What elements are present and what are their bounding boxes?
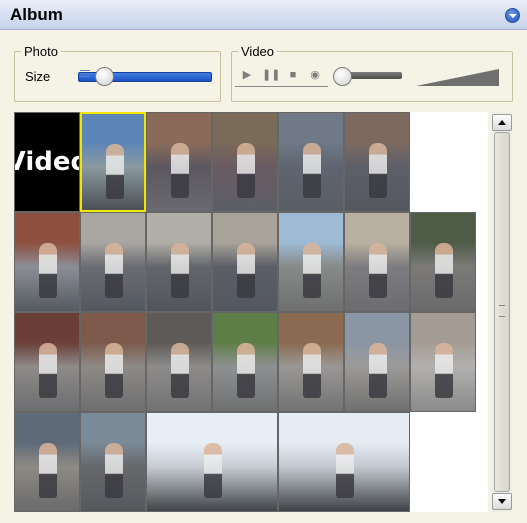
runner-figure (237, 243, 255, 298)
runner-figure (171, 243, 189, 298)
photo-thumbnail[interactable] (80, 412, 146, 512)
stop-icon[interactable]: ■ (286, 68, 300, 82)
photo-thumbnail[interactable] (344, 212, 410, 312)
video-controls-divider (235, 86, 328, 87)
runner-figure (237, 143, 255, 198)
slider-grip-icon (80, 70, 90, 81)
scroll-up-button[interactable] (492, 114, 512, 131)
runner-figure (39, 443, 57, 498)
photo-thumbnail[interactable] (278, 212, 344, 312)
size-label: Size (25, 69, 51, 84)
photo-thumbnail[interactable] (212, 212, 278, 312)
runner-figure (237, 343, 255, 398)
photo-thumbnail[interactable] (14, 212, 80, 312)
photo-thumbnail[interactable] (278, 112, 344, 212)
photo-thumbnail[interactable] (146, 212, 212, 312)
pause-icon[interactable]: ❚❚ (262, 68, 280, 82)
photo-thumbnail[interactable] (80, 112, 146, 212)
runner-figure (39, 243, 57, 298)
video-position-track[interactable] (345, 72, 402, 79)
runner-figure (369, 143, 387, 198)
photo-thumbnail[interactable] (80, 212, 146, 312)
runner-figure (105, 343, 123, 398)
photo-thumbnail[interactable] (212, 312, 278, 412)
album-grid: Video (14, 112, 488, 512)
photo-thumbnail[interactable] (146, 312, 212, 412)
photo-thumbnail[interactable] (212, 112, 278, 212)
camera-icon[interactable]: ◉ (308, 68, 322, 82)
runner-figure (303, 143, 321, 198)
album-title-bar: Album (0, 0, 527, 30)
photo-legend: Photo (24, 44, 58, 59)
photo-thumbnail[interactable] (14, 412, 80, 512)
runner-figure (39, 343, 57, 398)
runner-figure (303, 243, 321, 298)
runner-figure (171, 143, 189, 198)
photo-thumbnail[interactable] (14, 312, 80, 412)
scroll-down-button[interactable] (492, 493, 512, 510)
runner-figure (105, 443, 123, 498)
runner-figure (435, 243, 453, 298)
album-scrollbar[interactable] (492, 112, 512, 512)
video-tile-label: Video (15, 147, 79, 177)
photo-thumbnail[interactable] (146, 412, 278, 512)
scroll-thumb[interactable] (494, 132, 510, 492)
photo-thumbnail[interactable] (410, 212, 476, 312)
runner-figure (106, 144, 124, 199)
album-title: Album (10, 5, 63, 24)
runner-figure (336, 443, 354, 498)
collapse-icon[interactable] (505, 8, 520, 23)
runner-figure (435, 343, 453, 398)
volume-control[interactable] (416, 69, 499, 86)
runner-figure (303, 343, 321, 398)
photo-thumbnail[interactable] (410, 312, 476, 412)
photo-thumbnail[interactable] (344, 312, 410, 412)
photo-thumbnail[interactable] (146, 112, 212, 212)
runner-figure (171, 343, 189, 398)
photo-thumbnail[interactable] (278, 412, 410, 512)
runner-figure (204, 443, 222, 498)
photo-thumbnail[interactable] (80, 312, 146, 412)
video-legend: Video (241, 44, 275, 59)
video-position-thumb[interactable] (333, 67, 352, 86)
photo-thumbnail[interactable] (278, 312, 344, 412)
runner-figure (369, 343, 387, 398)
play-icon[interactable]: ▶ (240, 68, 254, 82)
video-tile[interactable]: Video (14, 112, 80, 212)
runner-figure (369, 243, 387, 298)
runner-figure (105, 243, 123, 298)
photo-thumbnail[interactable] (344, 112, 410, 212)
